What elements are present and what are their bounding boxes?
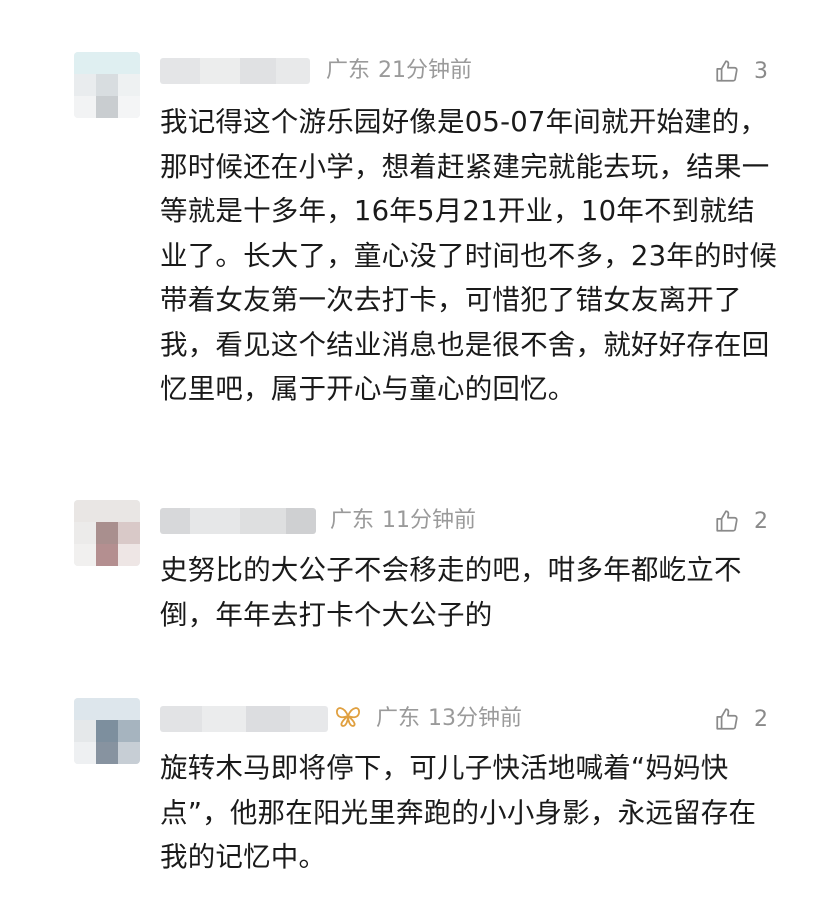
like-button[interactable]: 2 xyxy=(714,506,768,536)
avatar[interactable] xyxy=(74,52,140,118)
butterfly-badge-icon xyxy=(334,704,362,737)
comment-text: 史努比的大公子不会移走的吧，咁多年都屹立不倒，年年去打卡个大公子的 xyxy=(160,554,742,631)
username-blurred[interactable] xyxy=(160,508,316,534)
like-count: 3 xyxy=(754,58,768,84)
username-blurred[interactable] xyxy=(160,706,328,732)
comment-meta: 广东 21分钟前 xyxy=(326,56,472,86)
comment-item: 广东 11分钟前 2 史努比的大公子不会移走的吧，咁多年都屹立不倒，年年去打卡个大… xyxy=(0,470,816,670)
comment-text: 旋转木马即将停下，可儿子快活地喊着“妈妈快点”，他那在阳光里奔跑的小小身影，永远… xyxy=(160,752,757,873)
thumbs-up-icon xyxy=(716,510,738,532)
like-count: 2 xyxy=(754,706,768,732)
comment-item: 广东 13分钟前 2 旋转木马即将停下，可儿子快活地喊着“妈妈快点”，他那在阳光里… xyxy=(0,670,816,904)
comment-meta: 广东 11分钟前 xyxy=(330,506,476,536)
comment-item: 广东 21分钟前 3 我记得这个游乐园好像是05-07年间就开始建的，那时候还在小… xyxy=(0,0,816,470)
comment-text: 我记得这个游乐园好像是05-07年间就开始建的，那时候还在小学，想着赶紧建完就能… xyxy=(160,106,778,405)
timestamp: 21分钟前 xyxy=(378,58,473,83)
like-button[interactable]: 2 xyxy=(714,704,768,734)
avatar[interactable] xyxy=(74,500,140,566)
location-label: 广东 xyxy=(326,58,371,83)
avatar[interactable] xyxy=(74,698,140,764)
thumbs-up-icon xyxy=(716,708,738,730)
location-label: 广东 xyxy=(330,508,375,533)
like-count: 2 xyxy=(754,508,768,534)
username-blurred[interactable] xyxy=(160,58,310,84)
like-button[interactable]: 3 xyxy=(714,56,768,86)
timestamp: 11分钟前 xyxy=(382,508,477,533)
thumbs-up-icon xyxy=(716,60,738,82)
location-label: 广东 xyxy=(376,706,421,731)
timestamp: 13分钟前 xyxy=(428,706,523,731)
comment-meta: 广东 13分钟前 xyxy=(376,704,522,734)
